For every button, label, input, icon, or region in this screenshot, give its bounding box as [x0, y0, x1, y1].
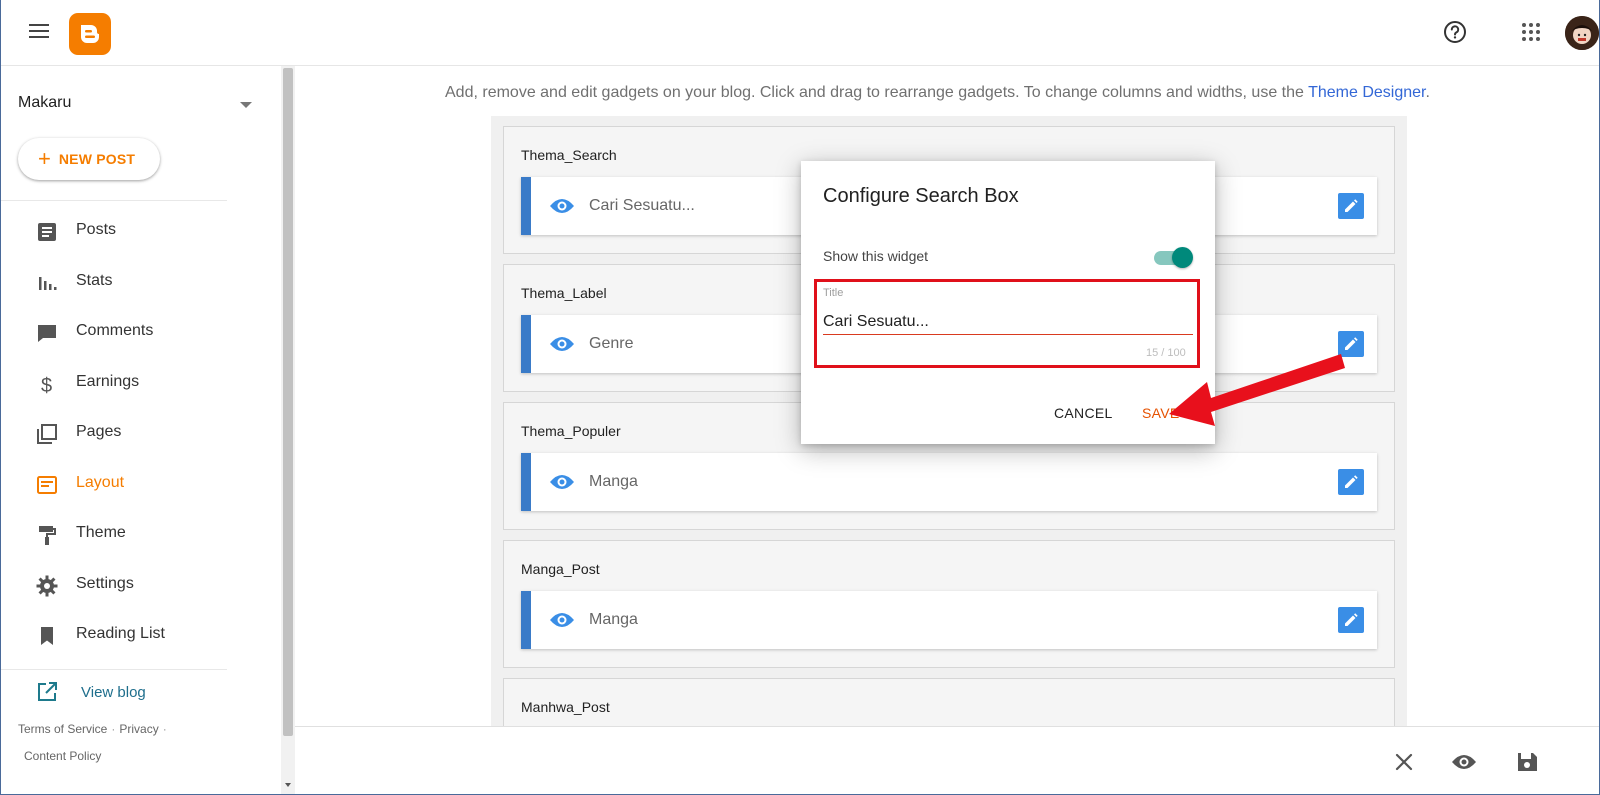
dialog-title: Configure Search Box	[823, 185, 1019, 207]
sidebar-item-label: Theme	[76, 524, 126, 541]
privacy-link[interactable]: Privacy	[119, 722, 158, 736]
eye-icon[interactable]	[549, 196, 575, 216]
avatar[interactable]	[1565, 16, 1599, 50]
blogger-window: Makaru + NEW POST Posts Stats Comments $…	[0, 0, 1600, 795]
stats-icon	[35, 271, 59, 295]
gear-icon	[35, 574, 59, 598]
edit-button[interactable]	[1338, 607, 1364, 633]
scrollbar-thumb[interactable]	[283, 68, 293, 736]
gadget-name: Manga	[589, 611, 638, 628]
gadget-item[interactable]: Manga	[521, 591, 1377, 649]
view-blog-link[interactable]: View blog	[1, 674, 227, 710]
scroll-down-arrow[interactable]	[285, 783, 291, 787]
sidebar-item-theme[interactable]: Theme	[1, 509, 227, 560]
sidebar: Makaru + NEW POST Posts Stats Comments $…	[1, 66, 281, 794]
eye-icon[interactable]	[549, 610, 575, 630]
hamburger-icon[interactable]	[27, 21, 51, 45]
sidebar-nav: Posts Stats Comments $ Earnings Pages La…	[1, 206, 227, 661]
sidebar-item-comments[interactable]: Comments	[1, 307, 227, 358]
apps-grid-icon[interactable]	[1521, 22, 1541, 42]
gadget-name: Genre	[589, 335, 634, 352]
dollar-icon: $	[35, 372, 59, 397]
close-icon[interactable]	[1391, 749, 1417, 775]
instructions-text: Add, remove and edit gadgets on your blo…	[445, 84, 1304, 101]
section-title: Thema_Populer	[521, 423, 621, 439]
pages-icon	[35, 422, 59, 446]
section-title: Manga_Post	[521, 561, 600, 577]
configure-search-box-dialog: Configure Search Box Show this widget Ti…	[801, 161, 1215, 444]
sidebar-item-posts[interactable]: Posts	[1, 206, 227, 257]
terms-link[interactable]: Terms of Service	[18, 722, 107, 736]
top-app-bar	[1, 0, 1599, 66]
floppy-save-icon[interactable]	[1514, 749, 1540, 775]
instructions-end: .	[1425, 84, 1430, 101]
gadget-name: Cari Sesuatu...	[589, 197, 695, 214]
drag-handle[interactable]	[521, 177, 531, 235]
section-title: Thema_Label	[521, 285, 607, 301]
layout-icon	[35, 473, 59, 497]
drag-handle[interactable]	[521, 591, 531, 649]
char-counter: 15 / 100	[1146, 347, 1186, 359]
section-title: Thema_Search	[521, 147, 617, 163]
gadget-section: Manga_Post Manga	[503, 540, 1395, 668]
save-button[interactable]: SAVE	[1142, 405, 1180, 421]
show-widget-toggle[interactable]	[1154, 246, 1193, 268]
plus-icon: +	[38, 146, 51, 171]
title-field-label: Title	[823, 287, 844, 299]
bottom-toolbar	[295, 726, 1599, 794]
svg-text:$: $	[41, 375, 52, 396]
show-widget-label: Show this widget	[823, 248, 929, 264]
theme-designer-link[interactable]: Theme Designer	[1308, 84, 1425, 101]
cancel-button[interactable]: CANCEL	[1054, 405, 1113, 421]
sidebar-item-label: Comments	[76, 322, 154, 339]
sidebar-item-label: Layout	[76, 473, 125, 491]
blogger-logo[interactable]	[69, 13, 111, 55]
section-title: Manhwa_Post	[521, 699, 610, 715]
title-input[interactable]	[823, 309, 1193, 335]
sidebar-item-layout[interactable]: Layout	[1, 459, 227, 510]
sidebar-item-pages[interactable]: Pages	[1, 408, 227, 459]
edit-button[interactable]	[1338, 193, 1364, 219]
comments-icon	[35, 321, 59, 345]
sidebar-divider	[1, 200, 227, 201]
toggle-knob	[1172, 247, 1193, 268]
blog-name: Makaru	[18, 94, 72, 111]
drag-handle[interactable]	[521, 453, 531, 511]
drag-handle[interactable]	[521, 315, 531, 373]
sidebar-item-label: Settings	[76, 574, 134, 592]
paint-roller-icon	[35, 523, 59, 547]
layout-instructions: Add, remove and edit gadgets on your blo…	[445, 84, 1430, 102]
sidebar-item-label: Stats	[76, 271, 113, 289]
help-circle-icon[interactable]	[1442, 19, 1468, 45]
sidebar-item-stats[interactable]: Stats	[1, 257, 227, 308]
eye-icon[interactable]	[549, 472, 575, 492]
caret-down-icon	[240, 102, 252, 108]
sidebar-item-earnings[interactable]: $ Earnings	[1, 358, 227, 409]
gadget-item[interactable]: Manga	[521, 453, 1377, 511]
edit-button[interactable]	[1338, 469, 1364, 495]
new-post-label: NEW POST	[58, 151, 136, 167]
blog-selector[interactable]: Makaru	[18, 90, 258, 120]
sidebar-item-settings[interactable]: Settings	[1, 560, 227, 611]
view-blog-label: View blog	[81, 684, 146, 701]
sidebar-item-label: Reading List	[76, 625, 165, 642]
edit-button[interactable]	[1338, 331, 1364, 357]
sidebar-item-reading-list[interactable]: Reading List	[1, 610, 227, 661]
posts-icon	[35, 220, 59, 244]
footer-links: Terms of Service · Privacy · Content Policy	[18, 722, 167, 763]
eye-icon[interactable]	[1451, 749, 1477, 775]
bookmark-icon	[35, 624, 59, 648]
sidebar-item-label: Earnings	[76, 372, 140, 390]
content-policy-link[interactable]: Content Policy	[24, 749, 101, 763]
sidebar-divider	[1, 669, 227, 670]
open-external-icon	[35, 680, 59, 704]
gadget-name: Manga	[589, 473, 638, 490]
sidebar-item-label: Pages	[76, 423, 122, 440]
new-post-button[interactable]: + NEW POST	[18, 138, 160, 180]
sidebar-scrollbar[interactable]	[281, 66, 295, 794]
sidebar-item-label: Posts	[76, 221, 117, 238]
eye-icon[interactable]	[549, 334, 575, 354]
